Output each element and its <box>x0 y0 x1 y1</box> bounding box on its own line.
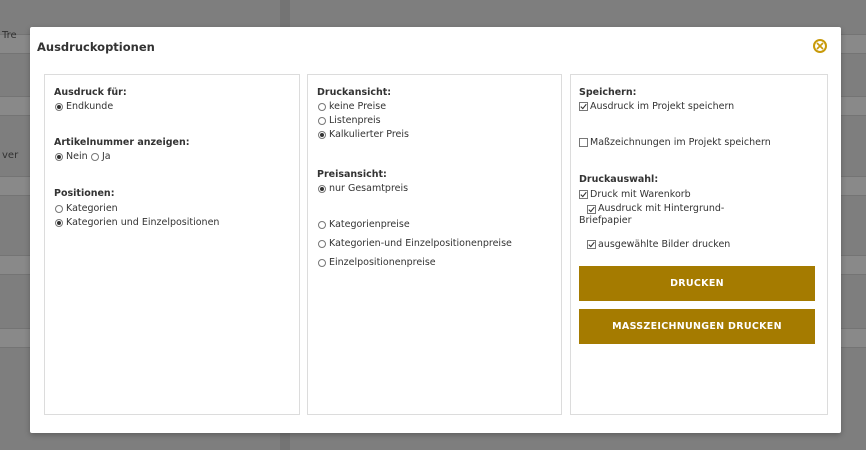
checkbox[interactable] <box>587 240 596 249</box>
checkbox[interactable] <box>579 138 588 147</box>
radio-button[interactable] <box>318 130 326 139</box>
positionen-heading: Positionen: <box>54 188 115 199</box>
radio-button[interactable] <box>318 220 326 229</box>
radio-label: Nein <box>66 151 88 162</box>
radio-button[interactable] <box>318 239 326 248</box>
radio-label: Kategorien und Einzelpositionen <box>66 217 220 228</box>
panel-save-and-print: Speichern: Ausdruck im Projekt speichern… <box>570 74 828 415</box>
radio-kategorienpreise[interactable]: Kategorienpreise <box>318 219 410 230</box>
checkbox-druck-warenkorb[interactable]: Druck mit Warenkorb <box>579 189 691 200</box>
checkbox-hintergrund-briefpapier[interactable]: Ausdruck mit Hintergrund-Briefpapier <box>579 203 759 227</box>
radio-button[interactable] <box>55 102 63 111</box>
checkbox[interactable] <box>579 190 588 199</box>
print-button[interactable]: DRUCKEN <box>579 266 815 301</box>
radio-label: Ja <box>102 151 111 162</box>
radio-button[interactable] <box>318 116 326 125</box>
radio-label: Listenpreis <box>329 115 381 126</box>
dialog-title: Ausdruckoptionen <box>37 40 155 54</box>
radio-button[interactable] <box>55 204 63 213</box>
radio-label: Kategorien <box>66 203 118 214</box>
radio-kategorien[interactable]: Kategorien <box>55 203 118 214</box>
checkbox-masszeichnungen-speichern[interactable]: Maßzeichnungen im Projekt speichern <box>579 137 771 148</box>
radio-nur-gesamtpreis[interactable]: nur Gesamtpreis <box>318 183 408 194</box>
print-dimensions-button[interactable]: MASSZEICHNUNGEN DRUCKEN <box>579 309 815 344</box>
radio-label: nur Gesamtpreis <box>329 183 409 194</box>
checkbox[interactable] <box>579 102 588 111</box>
checkbox-label: Druck mit Warenkorb <box>590 189 691 200</box>
speichern-heading: Speichern: <box>579 87 637 98</box>
radio-label: Kategorienpreise <box>329 219 410 230</box>
radio-kategorien-einzelpositionen[interactable]: Kategorien und Einzelpositionen <box>55 217 219 228</box>
radio-label: Endkunde <box>66 101 114 112</box>
print-options-dialog: Ausdruckoptionen Ausdruck für: Endkunde … <box>30 27 841 433</box>
checkbox-label: Maßzeichnungen im Projekt speichern <box>590 137 771 148</box>
radio-button[interactable] <box>55 218 63 227</box>
checkbox-label: ausgewählte Bilder drucken <box>598 239 731 250</box>
close-icon[interactable] <box>813 39 827 53</box>
preisansicht-heading: Preisansicht: <box>317 169 387 180</box>
panel-print-view: Druckansicht: keine Preise Listenpreis K… <box>307 74 562 415</box>
radio-label: Einzelpositionenpreise <box>329 257 436 268</box>
radio-button[interactable] <box>318 258 326 267</box>
radio-button[interactable] <box>318 102 326 111</box>
checkbox-label: Ausdruck mit Hintergrund-Briefpapier <box>579 203 725 226</box>
radio-endkunde[interactable]: Endkunde <box>55 101 113 112</box>
radio-button[interactable] <box>91 152 99 161</box>
druckauswahl-heading: Druckauswahl: <box>579 174 659 185</box>
radio-nein[interactable]: Nein <box>55 151 88 162</box>
artikelnummer-heading: Artikelnummer anzeigen: <box>54 137 190 148</box>
checkbox-label: Ausdruck im Projekt speichern <box>590 101 735 112</box>
panel-print-target: Ausdruck für: Endkunde Artikelnummer anz… <box>44 74 300 415</box>
radio-button[interactable] <box>318 184 326 193</box>
radio-label: keine Preise <box>329 101 387 112</box>
radio-kalkulierter-preis[interactable]: Kalkulierter Preis <box>318 129 409 140</box>
radio-label: Kategorien-und Einzelpositionenpreise <box>329 238 512 249</box>
radio-ja[interactable]: Ja <box>91 151 111 162</box>
radio-keine-preise[interactable]: keine Preise <box>318 101 386 112</box>
checkbox-bilder-drucken[interactable]: ausgewählte Bilder drucken <box>587 239 730 250</box>
druckansicht-heading: Druckansicht: <box>317 87 392 98</box>
radio-label: Kalkulierter Preis <box>329 129 409 140</box>
ausdruck-fuer-heading: Ausdruck für: <box>54 87 127 98</box>
radio-button[interactable] <box>55 152 63 161</box>
checkbox-ausdruck-speichern[interactable]: Ausdruck im Projekt speichern <box>579 101 734 112</box>
radio-listenpreis[interactable]: Listenpreis <box>318 115 381 126</box>
radio-kategorien-einzelpositionenpreise[interactable]: Kategorien-und Einzelpositionenpreise <box>318 238 512 249</box>
radio-einzelpositionenpreise[interactable]: Einzelpositionenpreise <box>318 257 436 268</box>
